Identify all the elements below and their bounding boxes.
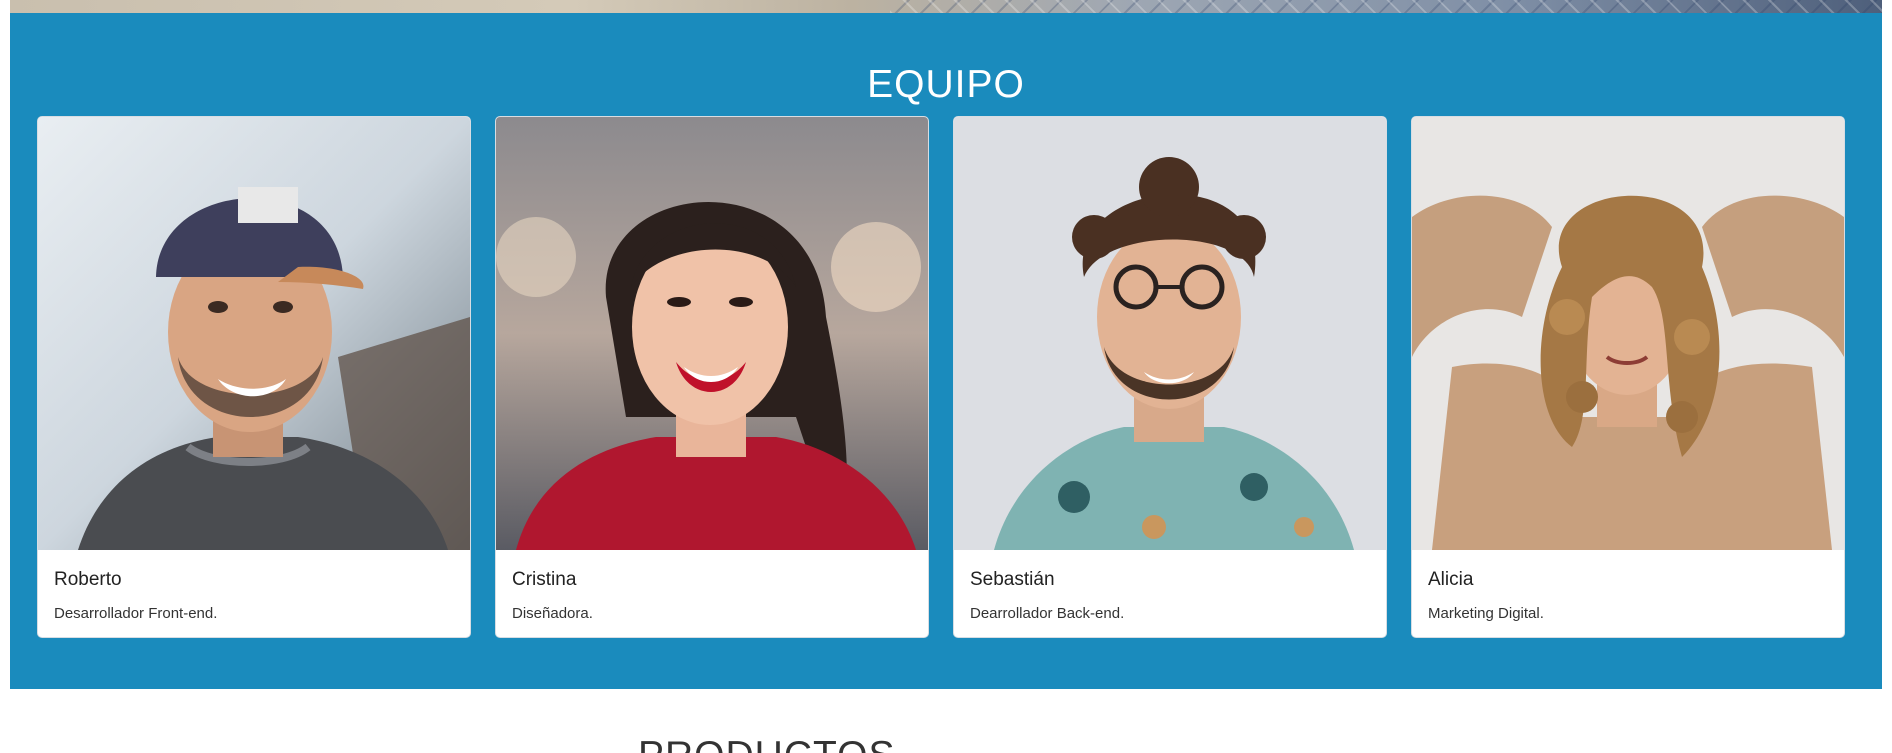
- team-photo-cristina: [496, 117, 928, 550]
- team-member-role: Desarrollador Front-end.: [54, 605, 218, 622]
- portrait-woman-curly-hair-image: [1412, 117, 1844, 550]
- team-member-name: Alicia: [1428, 569, 1474, 590]
- portrait-man-cap-image: [38, 117, 470, 550]
- portrait-woman-smiling-image: [496, 117, 928, 550]
- team-member-name: Roberto: [54, 569, 122, 590]
- team-section: EQUIPO Roberto Desarrollador Front-end. …: [10, 13, 1882, 689]
- team-member-name: Sebastián: [970, 569, 1055, 590]
- team-member-role: Dearrollador Back-end.: [970, 605, 1125, 622]
- team-member-name: Cristina: [512, 569, 577, 590]
- hero-image-bottom: [10, 0, 1882, 13]
- portrait-man-glasses-image: [954, 117, 1386, 550]
- team-photo-roberto: [38, 117, 470, 550]
- team-member-role: Marketing Digital.: [1428, 605, 1544, 622]
- team-photo-sebastian: [954, 117, 1386, 550]
- team-member-role: Diseñadora.: [512, 605, 593, 622]
- team-card-sebastian: Sebastián Dearrollador Back-end.: [953, 116, 1387, 638]
- team-card-roberto: Roberto Desarrollador Front-end.: [37, 116, 471, 638]
- team-section-title: EQUIPO: [867, 63, 1025, 106]
- team-photo-alicia: [1412, 117, 1844, 550]
- products-section-title: PRODUCTOS: [638, 736, 895, 753]
- team-card-alicia: Alicia Marketing Digital.: [1411, 116, 1845, 638]
- team-card-cristina: Cristina Diseñadora.: [495, 116, 929, 638]
